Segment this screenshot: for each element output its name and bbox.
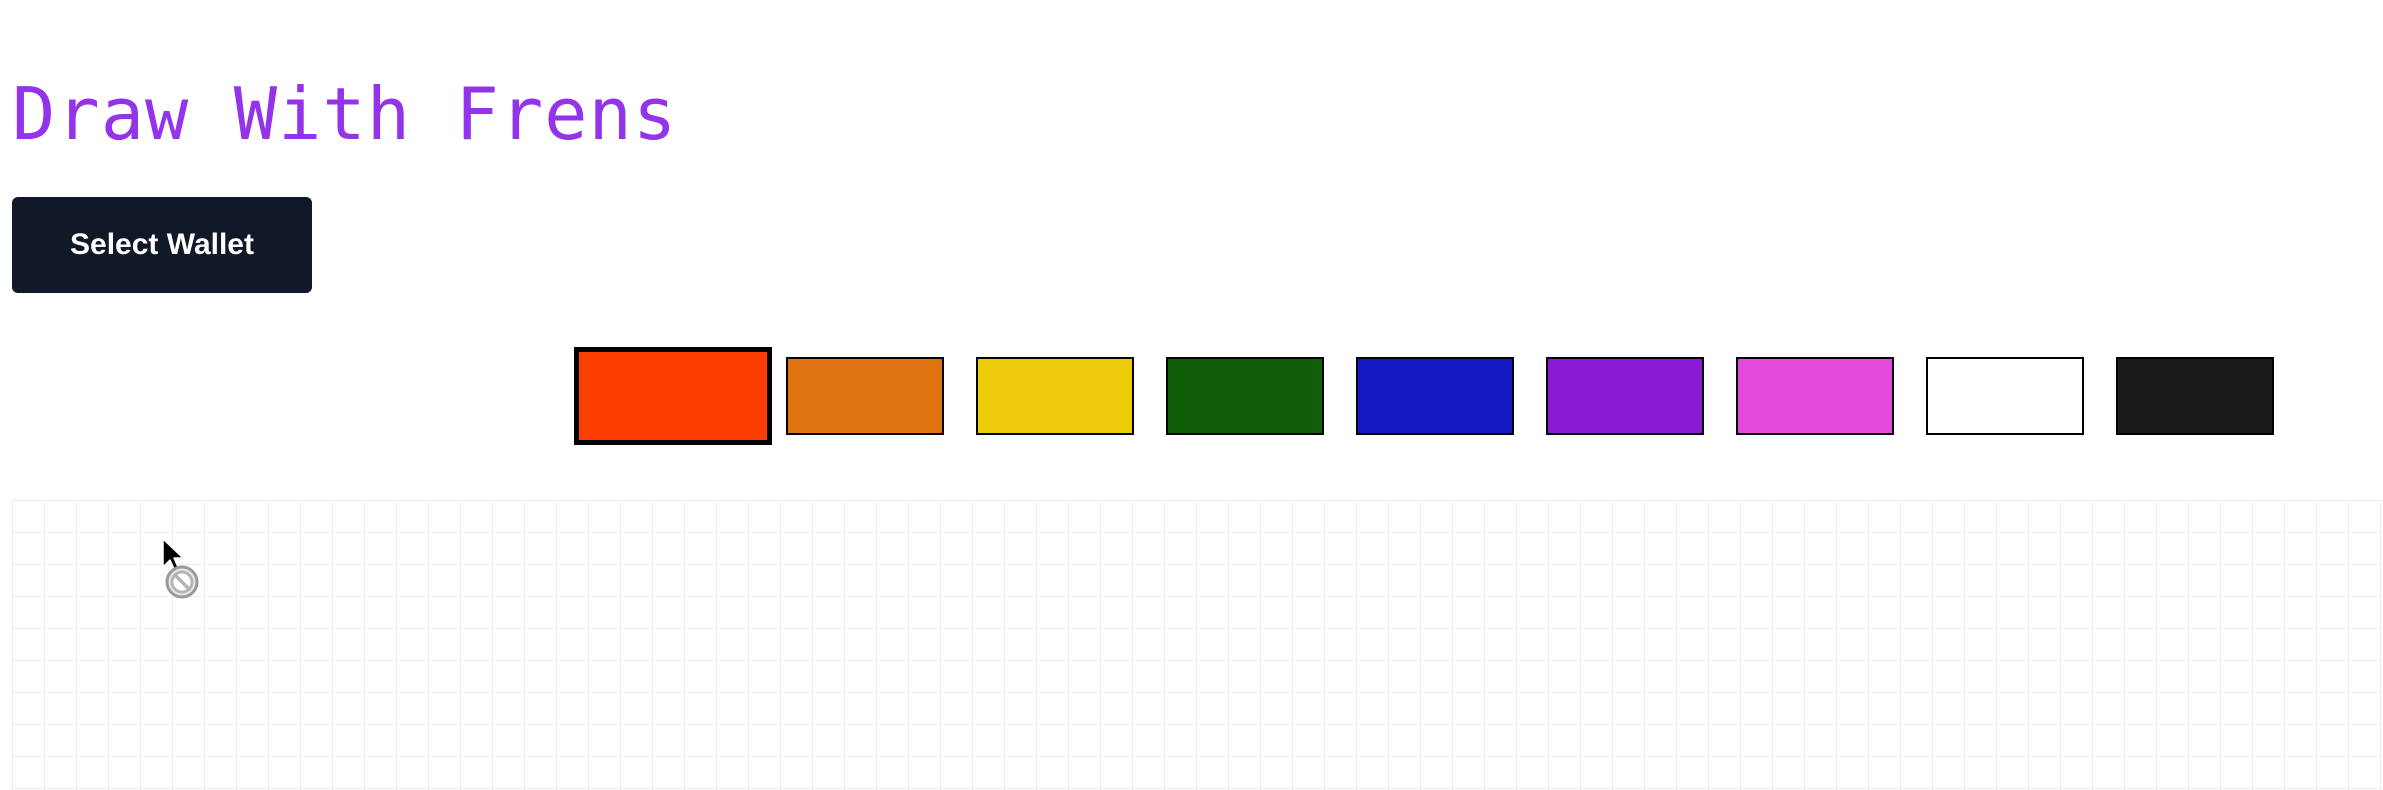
color-swatch-blue[interactable] [1356, 357, 1514, 435]
color-swatch-white[interactable] [1926, 357, 2084, 435]
color-swatch-red[interactable] [574, 347, 772, 445]
color-swatch-black[interactable] [2116, 357, 2274, 435]
color-swatch-purple[interactable] [1546, 357, 1704, 435]
color-swatch-green[interactable] [1166, 357, 1324, 435]
page-title: Draw With Frens [12, 72, 678, 156]
drawing-canvas[interactable] [12, 500, 2383, 790]
color-swatch-yellow[interactable] [976, 357, 1134, 435]
color-swatch-orange[interactable] [786, 357, 944, 435]
color-swatch-pink[interactable] [1736, 357, 1894, 435]
select-wallet-button[interactable]: Select Wallet [12, 197, 312, 293]
color-palette [574, 347, 2294, 447]
